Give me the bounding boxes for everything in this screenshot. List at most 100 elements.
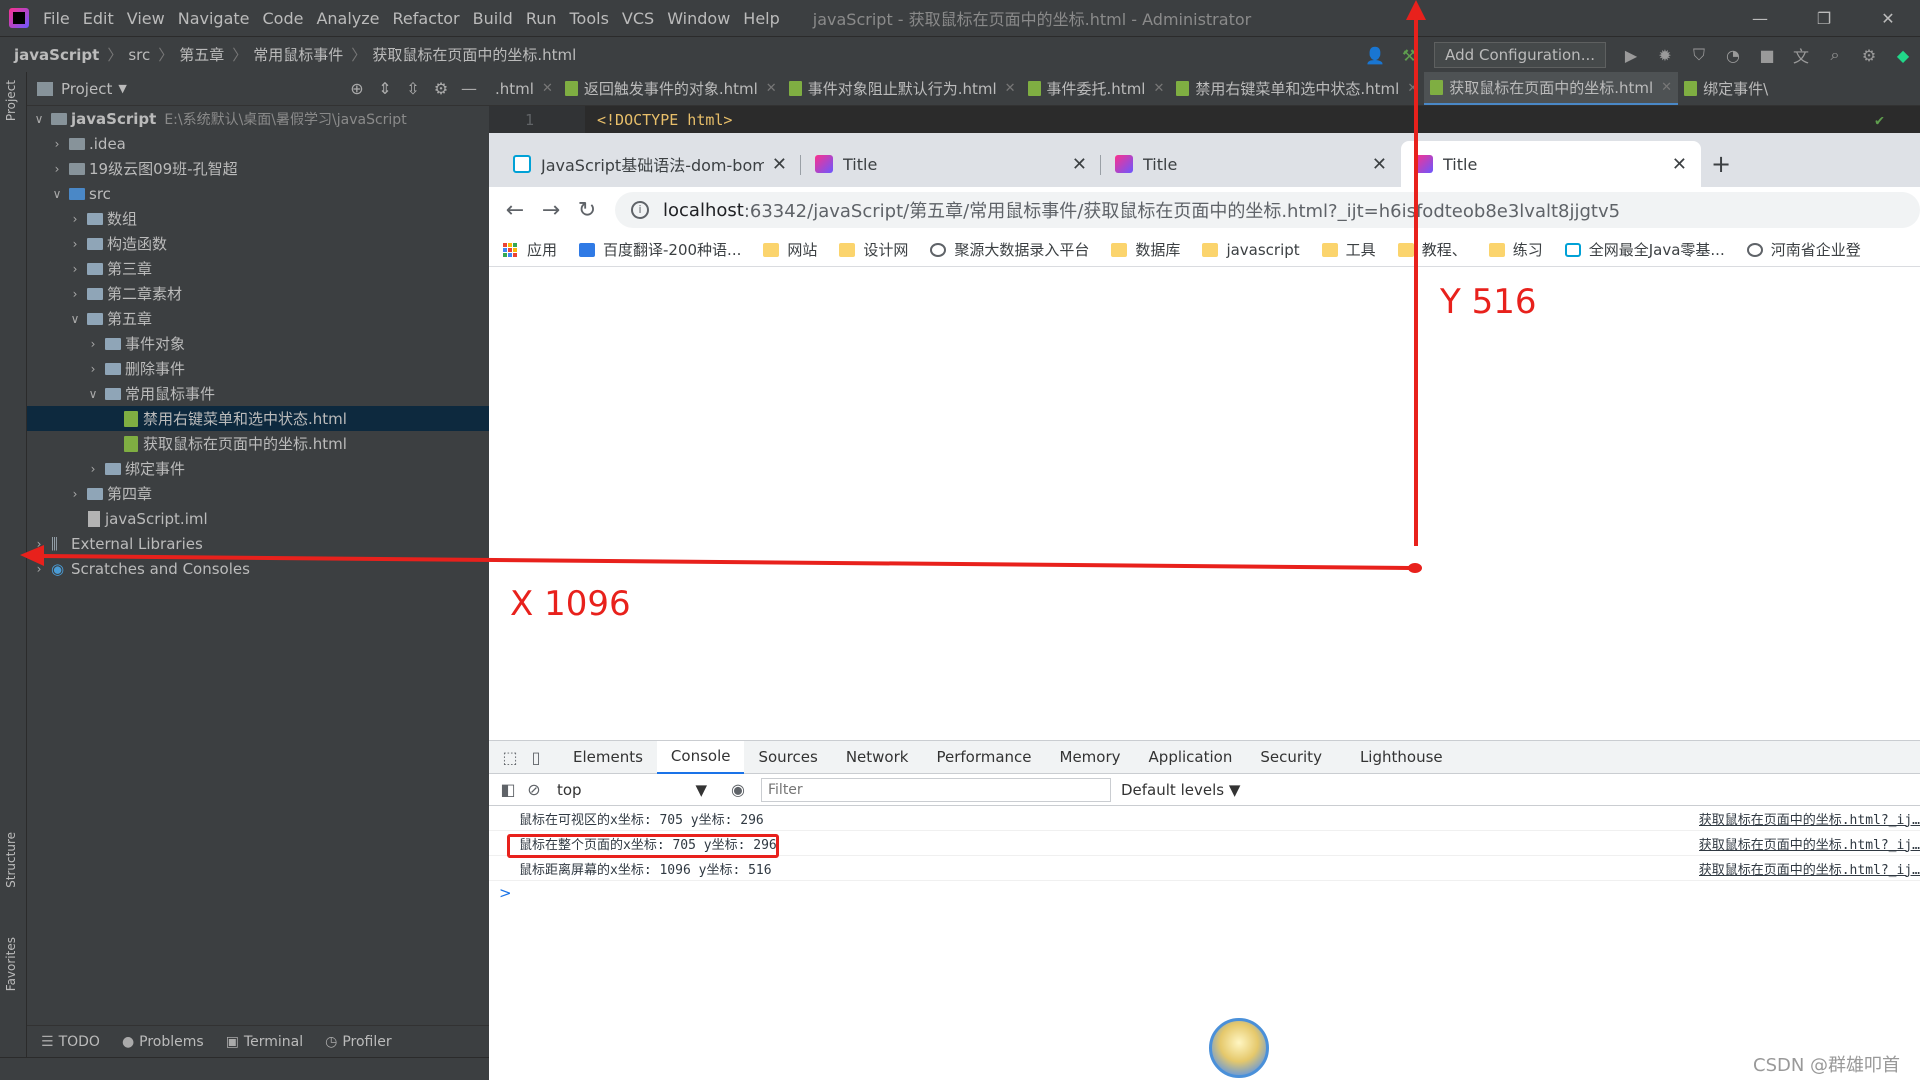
close-icon[interactable]: ✕	[542, 81, 553, 96]
menu-window[interactable]: Window	[667, 9, 730, 28]
chevron-right-icon[interactable]: ›	[49, 162, 65, 176]
profile-icon[interactable]: ◔	[1719, 41, 1747, 69]
tree-item-bind-events[interactable]: › 绑定事件	[27, 456, 489, 481]
user-icon[interactable]: 👤	[1361, 41, 1389, 69]
menu-code[interactable]: Code	[263, 9, 304, 28]
breadcrumb-project[interactable]: javaScript	[14, 46, 99, 64]
bookmark-folder[interactable]: 工具	[1321, 239, 1376, 260]
chevron-right-icon[interactable]: ›	[67, 212, 83, 226]
tree-item-mouse-coords[interactable]: 获取鼠标在页面中的坐标.html	[27, 431, 489, 456]
address-bar[interactable]: i localhost:63342/javaScript/第五章/常用鼠标事件/…	[615, 192, 1920, 228]
tab-application[interactable]: Application	[1135, 741, 1247, 774]
browser-tab-active[interactable]: Title ✕	[1401, 141, 1701, 187]
jetbrains-toolbox-icon[interactable]: ◆	[1889, 41, 1917, 69]
log-levels-dropdown[interactable]: Default levels ▼	[1121, 781, 1240, 799]
bookmark-folder[interactable]: 教程、	[1397, 239, 1467, 260]
chevron-right-icon[interactable]: ›	[49, 137, 65, 151]
structure-tool-tab[interactable]: Structure	[4, 832, 18, 888]
restore-icon[interactable]: ❐	[1792, 0, 1856, 36]
tree-item-delete-events[interactable]: › 删除事件	[27, 356, 489, 381]
tab-lighthouse[interactable]: Lighthouse	[1346, 741, 1457, 774]
build-hammer-icon[interactable]: ⚒	[1395, 41, 1423, 69]
chevron-right-icon[interactable]: ›	[85, 462, 101, 476]
tree-item-src[interactable]: ∨ src	[27, 181, 489, 206]
tab-sources[interactable]: Sources	[744, 741, 831, 774]
bookmark-baidu-translate[interactable]: 百度翻译-200种语...	[579, 239, 741, 260]
breadcrumb-mouse-events[interactable]: 常用鼠标事件	[253, 44, 343, 65]
editor-tab[interactable]: 事件委托.html ✕	[1022, 72, 1171, 105]
debug-icon[interactable]: ✹	[1651, 41, 1679, 69]
eye-icon[interactable]: ◉	[725, 780, 751, 799]
back-arrow-icon[interactable]: ←	[497, 198, 533, 223]
new-tab-button[interactable]: +	[1701, 141, 1741, 187]
chevron-right-icon[interactable]: ›	[31, 562, 47, 576]
tree-item-chapter4[interactable]: › 第四章	[27, 481, 489, 506]
menu-vcs[interactable]: VCS	[622, 9, 654, 28]
tree-item-mouse-events[interactable]: ∨ 常用鼠标事件	[27, 381, 489, 406]
tree-item-class-folder[interactable]: › 19级云图09班-孔智超	[27, 156, 489, 181]
tree-item-iml[interactable]: javaScript.iml	[27, 506, 489, 531]
forward-arrow-icon[interactable]: →	[533, 198, 569, 223]
problems-tool-button[interactable]: ● Problems	[122, 1034, 204, 1050]
stop-icon[interactable]: ■	[1753, 41, 1781, 69]
close-icon[interactable]: ✕	[1153, 81, 1164, 96]
editor-code-line[interactable]: 1 <!DOCTYPE html> ✔	[489, 106, 1920, 133]
close-icon[interactable]: ✕	[1372, 154, 1387, 175]
editor-tab[interactable]: 返回触发事件的对象.html ✕	[559, 72, 783, 105]
tree-item-external-libraries[interactable]: › ⫼ External Libraries	[27, 531, 489, 556]
editor-tab[interactable]: 事件对象阻止默认行为.html ✕	[783, 72, 1022, 105]
chevron-down-icon[interactable]: ∨	[31, 112, 47, 126]
bookmark-folder[interactable]: javascript	[1202, 241, 1300, 259]
menu-refactor[interactable]: Refactor	[393, 9, 460, 28]
todo-tool-button[interactable]: ☰ TODO	[41, 1034, 100, 1050]
menu-help[interactable]: Help	[743, 9, 779, 28]
tab-network[interactable]: Network	[832, 741, 923, 774]
tree-item-root[interactable]: ∨ javaScript E:\系统默认\桌面\暑假学习\javaScript	[27, 106, 489, 131]
tab-security[interactable]: Security	[1246, 741, 1336, 774]
editor-tab-active[interactable]: 获取鼠标在页面中的坐标.html ✕	[1424, 72, 1679, 105]
chevron-right-icon[interactable]: ›	[67, 287, 83, 301]
console-source-link[interactable]: 获取鼠标在页面中的坐标.html?_ij…	[1699, 834, 1920, 853]
tree-item-idea[interactable]: › .idea	[27, 131, 489, 156]
breadcrumb-src[interactable]: src	[128, 46, 150, 64]
bookmark-folder[interactable]: 网站	[763, 239, 817, 260]
bookmark-folder[interactable]: 设计网	[839, 239, 908, 260]
bookmark-link[interactable]: 河南省企业登	[1746, 239, 1861, 260]
chevron-right-icon[interactable]: ›	[85, 337, 101, 351]
code-text[interactable]: <!DOCTYPE html>	[585, 111, 732, 129]
tab-performance[interactable]: Performance	[922, 741, 1045, 774]
chevron-right-icon[interactable]: ›	[31, 537, 47, 551]
close-icon[interactable]: ✕	[772, 154, 787, 175]
locate-icon[interactable]: ⊕	[343, 79, 371, 98]
hide-icon[interactable]: —	[455, 79, 483, 98]
bookmark-bilibili[interactable]: 全网最全Java零基...	[1564, 239, 1725, 260]
editor-tab[interactable]: .html ✕	[489, 72, 559, 105]
tree-item-chapter5[interactable]: ∨ 第五章	[27, 306, 489, 331]
menu-file[interactable]: File	[43, 9, 70, 28]
browser-tab[interactable]: Title ✕	[1101, 141, 1401, 187]
close-icon[interactable]: ✕	[1856, 0, 1920, 36]
tree-item-chapter2-assets[interactable]: › 第二章素材	[27, 281, 489, 306]
tree-item-event-object[interactable]: › 事件对象	[27, 331, 489, 356]
chevron-down-icon[interactable]: ▼	[118, 82, 126, 95]
chevron-right-icon[interactable]: ›	[67, 262, 83, 276]
tree-item-scratches[interactable]: › ◉ Scratches and Consoles	[27, 556, 489, 581]
chevron-down-icon[interactable]: ∨	[49, 187, 65, 201]
console-source-link[interactable]: 获取鼠标在页面中的坐标.html?_ij…	[1699, 809, 1920, 828]
tab-console[interactable]: Console	[656, 740, 745, 774]
reload-icon[interactable]: ↻	[569, 198, 605, 223]
tree-item-chapter3[interactable]: › 第三章	[27, 256, 489, 281]
close-icon[interactable]: ✕	[1072, 154, 1087, 175]
menu-tools[interactable]: Tools	[570, 9, 609, 28]
console-filter-input[interactable]: Filter	[761, 777, 1111, 802]
gear-icon[interactable]: ⚙	[427, 79, 455, 98]
terminal-tool-button[interactable]: ▣ Terminal	[226, 1034, 303, 1050]
editor-tab[interactable]: 绑定事件\	[1678, 72, 1774, 105]
favorites-tool-tab[interactable]: Favorites	[4, 937, 18, 991]
menu-edit[interactable]: Edit	[83, 9, 114, 28]
inspect-element-icon[interactable]: ⬚	[497, 748, 523, 767]
menu-view[interactable]: View	[127, 9, 165, 28]
close-icon[interactable]: ✕	[1672, 154, 1687, 175]
close-icon[interactable]: ✕	[1661, 80, 1672, 95]
context-selector[interactable]: top ▼	[547, 781, 717, 799]
